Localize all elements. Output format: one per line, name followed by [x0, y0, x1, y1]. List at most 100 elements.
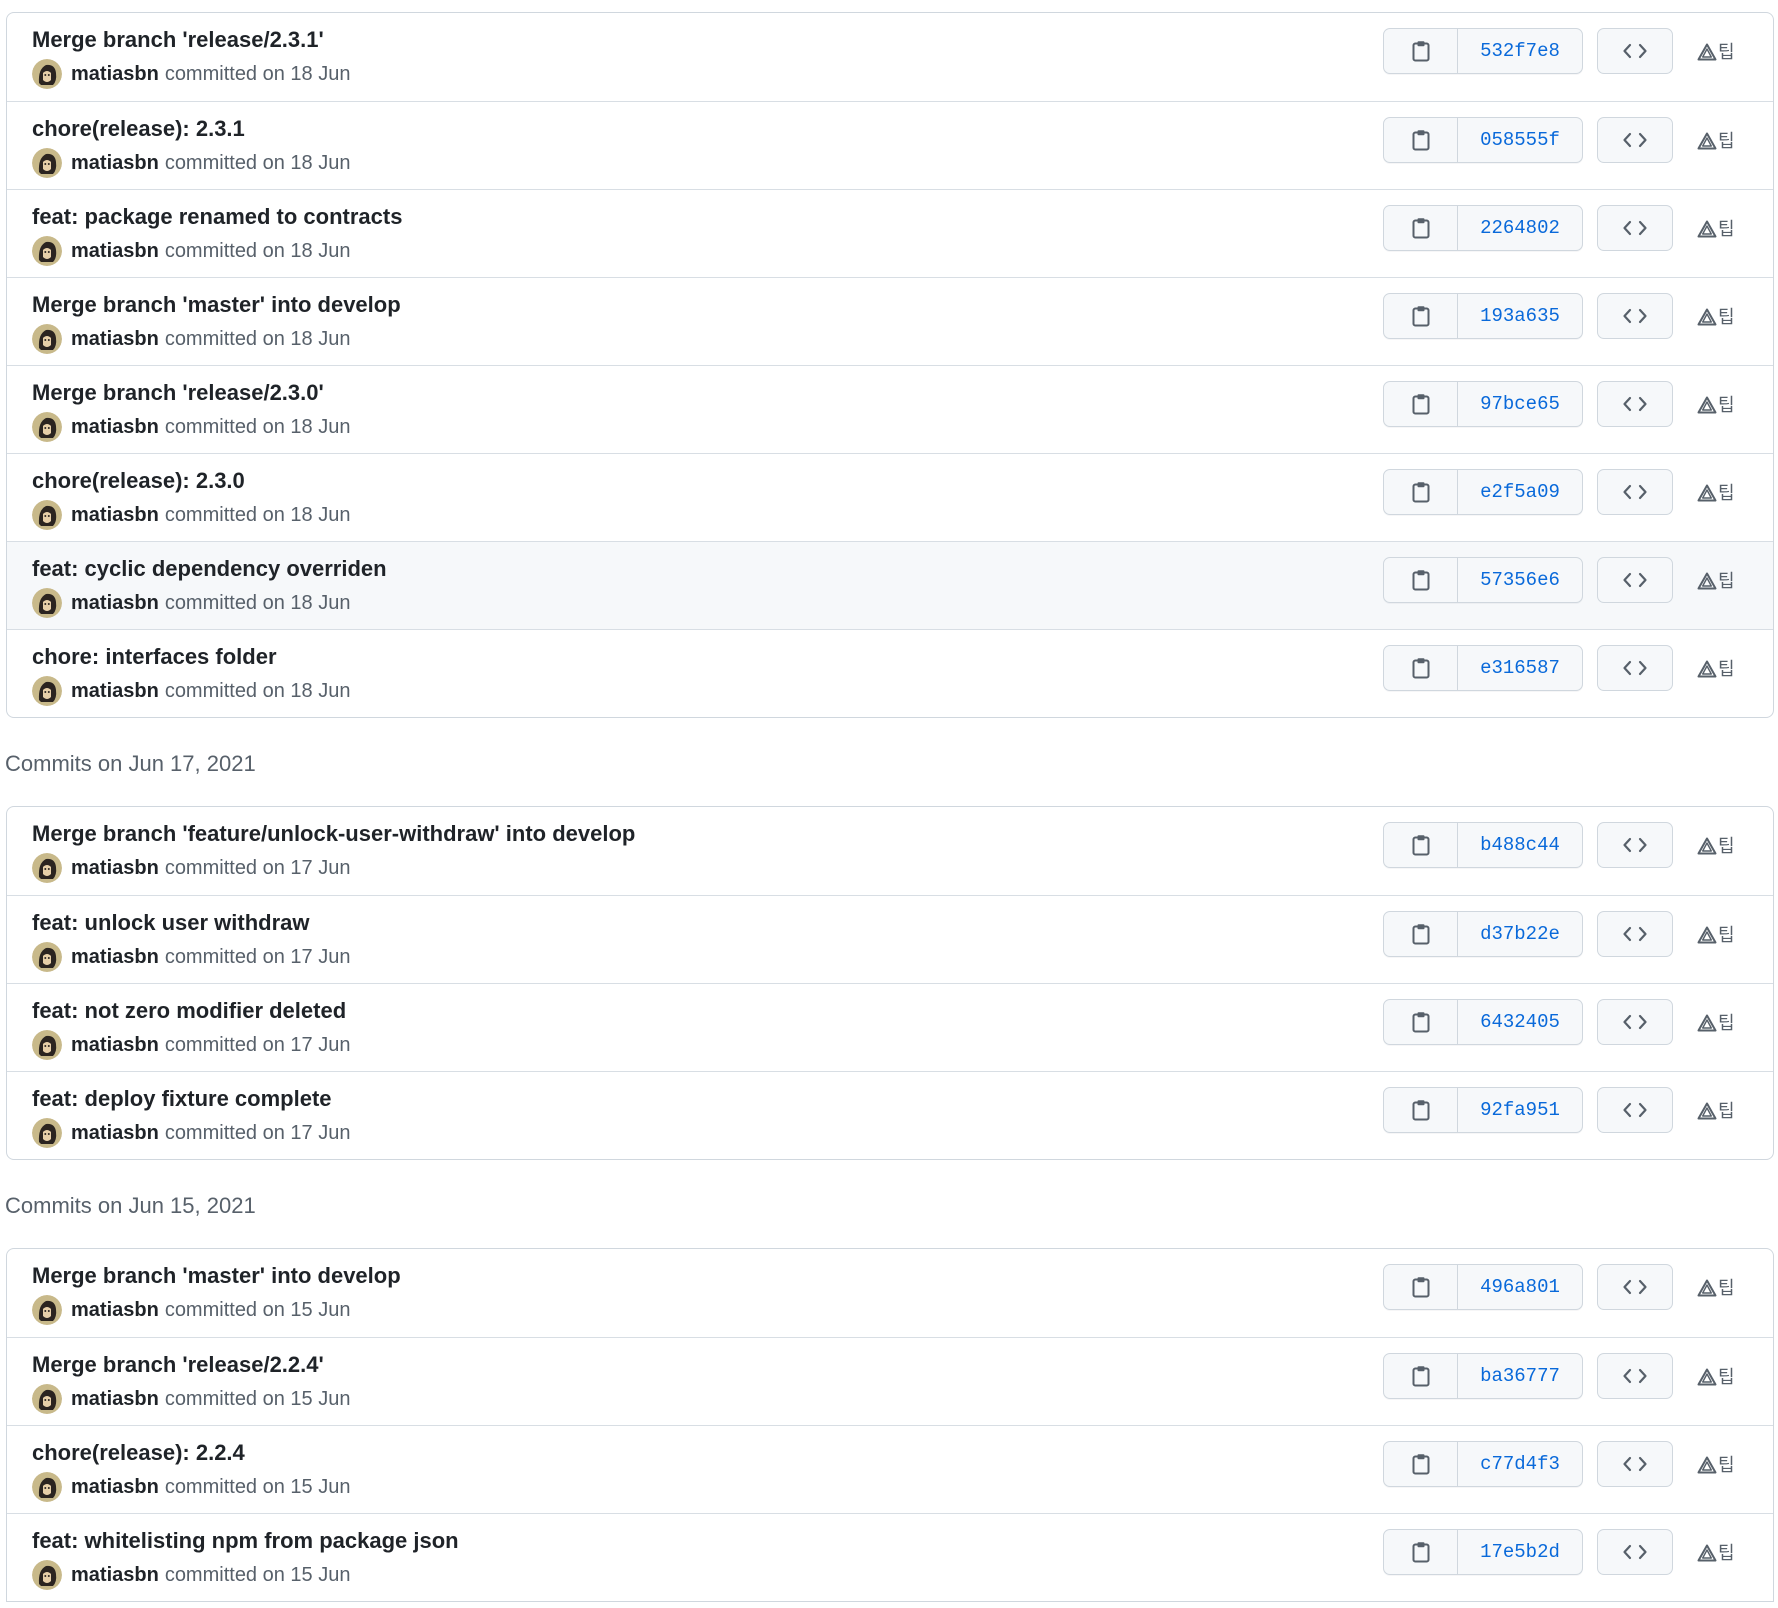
avatar[interactable] — [32, 412, 62, 442]
avatar[interactable] — [32, 236, 62, 266]
tree-icon[interactable]: 팁 — [1697, 835, 1735, 857]
tree-icon[interactable]: 팁 — [1697, 1012, 1735, 1034]
author-name[interactable]: matiasbn — [71, 152, 159, 175]
avatar[interactable] — [32, 1384, 62, 1414]
author-name[interactable]: matiasbn — [71, 328, 159, 351]
commit-sha-link[interactable]: e2f5a09 — [1458, 470, 1582, 514]
commit-title-link[interactable]: Merge branch 'release/2.2.4' — [32, 1352, 324, 1378]
author-name[interactable]: matiasbn — [71, 240, 159, 263]
commit-sha-link[interactable]: 17e5b2d — [1458, 1530, 1582, 1574]
author-name[interactable]: matiasbn — [71, 857, 159, 880]
copy-sha-button[interactable] — [1384, 823, 1458, 867]
tree-icon[interactable]: 팁 — [1697, 570, 1735, 592]
tree-icon[interactable]: 팁 — [1697, 394, 1735, 416]
browse-repo-button[interactable] — [1597, 381, 1673, 427]
commit-sha-link[interactable]: 532f7e8 — [1458, 29, 1582, 73]
browse-repo-button[interactable] — [1597, 469, 1673, 515]
copy-sha-button[interactable] — [1384, 1442, 1458, 1486]
commit-title-link[interactable]: Merge branch 'master' into develop — [32, 292, 401, 318]
browse-repo-button[interactable] — [1597, 911, 1673, 957]
browse-repo-button[interactable] — [1597, 645, 1673, 691]
commit-sha-link[interactable]: 193a635 — [1458, 294, 1582, 338]
author-name[interactable]: matiasbn — [71, 946, 159, 969]
commit-sha-link[interactable]: b488c44 — [1458, 823, 1582, 867]
avatar[interactable] — [32, 500, 62, 530]
browse-repo-button[interactable] — [1597, 1353, 1673, 1399]
author-name[interactable]: matiasbn — [71, 1476, 159, 1499]
commit-title-link[interactable]: Merge branch 'feature/unlock-user-withdr… — [32, 821, 635, 847]
browse-repo-button[interactable] — [1597, 293, 1673, 339]
copy-sha-button[interactable] — [1384, 912, 1458, 956]
avatar[interactable] — [32, 1030, 62, 1060]
author-name[interactable]: matiasbn — [71, 416, 159, 439]
tree-icon[interactable]: 팁 — [1697, 1277, 1735, 1299]
copy-sha-button[interactable] — [1384, 1530, 1458, 1574]
browse-repo-button[interactable] — [1597, 1529, 1673, 1575]
commit-title-link[interactable]: chore(release): 2.3.1 — [32, 116, 245, 142]
commit-title-link[interactable]: feat: unlock user withdraw — [32, 910, 310, 936]
commit-sha-link[interactable]: d37b22e — [1458, 912, 1582, 956]
avatar[interactable] — [32, 1560, 62, 1590]
copy-sha-button[interactable] — [1384, 1354, 1458, 1398]
avatar[interactable] — [32, 942, 62, 972]
avatar[interactable] — [32, 1118, 62, 1148]
commit-title-link[interactable]: Merge branch 'release/2.3.0' — [32, 380, 324, 406]
copy-sha-button[interactable] — [1384, 1265, 1458, 1309]
tree-icon[interactable]: 팁 — [1697, 1542, 1735, 1564]
copy-sha-button[interactable] — [1384, 470, 1458, 514]
commit-sha-link[interactable]: 2264802 — [1458, 206, 1582, 250]
browse-repo-button[interactable] — [1597, 28, 1673, 74]
copy-sha-button[interactable] — [1384, 118, 1458, 162]
tree-icon[interactable]: 팁 — [1697, 218, 1735, 240]
author-name[interactable]: matiasbn — [71, 1299, 159, 1322]
commit-title-link[interactable]: feat: package renamed to contracts — [32, 204, 402, 230]
browse-repo-button[interactable] — [1597, 205, 1673, 251]
author-name[interactable]: matiasbn — [71, 1034, 159, 1057]
author-name[interactable]: matiasbn — [71, 1122, 159, 1145]
avatar[interactable] — [32, 853, 62, 883]
copy-sha-button[interactable] — [1384, 558, 1458, 602]
author-name[interactable]: matiasbn — [71, 680, 159, 703]
commit-sha-link[interactable]: e316587 — [1458, 646, 1582, 690]
copy-sha-button[interactable] — [1384, 206, 1458, 250]
copy-sha-button[interactable] — [1384, 294, 1458, 338]
commit-sha-link[interactable]: c77d4f3 — [1458, 1442, 1582, 1486]
commit-title-link[interactable]: feat: deploy fixture complete — [32, 1086, 332, 1112]
tree-icon[interactable]: 팁 — [1697, 1366, 1735, 1388]
avatar[interactable] — [32, 676, 62, 706]
author-name[interactable]: matiasbn — [71, 63, 159, 86]
avatar[interactable] — [32, 1472, 62, 1502]
copy-sha-button[interactable] — [1384, 646, 1458, 690]
copy-sha-button[interactable] — [1384, 29, 1458, 73]
commit-sha-link[interactable]: 058555f — [1458, 118, 1582, 162]
author-name[interactable]: matiasbn — [71, 504, 159, 527]
commit-sha-link[interactable]: 6432405 — [1458, 1000, 1582, 1044]
browse-repo-button[interactable] — [1597, 1441, 1673, 1487]
avatar[interactable] — [32, 59, 62, 89]
commit-title-link[interactable]: chore: interfaces folder — [32, 644, 277, 670]
commit-title-link[interactable]: feat: whitelisting npm from package json — [32, 1528, 459, 1554]
copy-sha-button[interactable] — [1384, 1088, 1458, 1132]
commit-sha-link[interactable]: 92fa951 — [1458, 1088, 1582, 1132]
copy-sha-button[interactable] — [1384, 1000, 1458, 1044]
commit-title-link[interactable]: feat: cyclic dependency overriden — [32, 556, 387, 582]
commit-title-link[interactable]: chore(release): 2.2.4 — [32, 1440, 245, 1466]
commit-title-link[interactable]: feat: not zero modifier deleted — [32, 998, 346, 1024]
commit-title-link[interactable]: chore(release): 2.3.0 — [32, 468, 245, 494]
tree-icon[interactable]: 팁 — [1697, 1100, 1735, 1122]
author-name[interactable]: matiasbn — [71, 1388, 159, 1411]
browse-repo-button[interactable] — [1597, 822, 1673, 868]
commit-sha-link[interactable]: 496a801 — [1458, 1265, 1582, 1309]
browse-repo-button[interactable] — [1597, 557, 1673, 603]
browse-repo-button[interactable] — [1597, 1264, 1673, 1310]
commit-title-link[interactable]: Merge branch 'master' into develop — [32, 1263, 401, 1289]
tree-icon[interactable]: 팁 — [1697, 306, 1735, 328]
tree-icon[interactable]: 팁 — [1697, 1454, 1735, 1476]
copy-sha-button[interactable] — [1384, 382, 1458, 426]
tree-icon[interactable]: 팁 — [1697, 41, 1735, 63]
tree-icon[interactable]: 팁 — [1697, 482, 1735, 504]
commit-sha-link[interactable]: ba36777 — [1458, 1354, 1582, 1398]
avatar[interactable] — [32, 148, 62, 178]
avatar[interactable] — [32, 588, 62, 618]
browse-repo-button[interactable] — [1597, 1087, 1673, 1133]
